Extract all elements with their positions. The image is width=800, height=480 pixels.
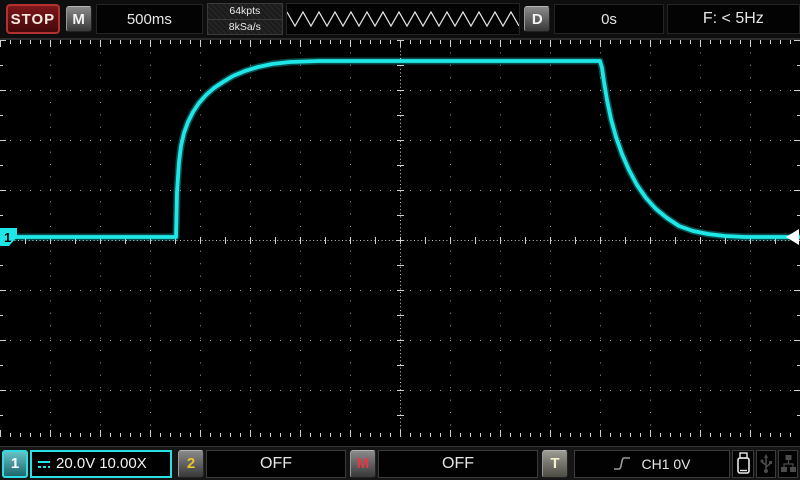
top-bar: STOP M 500ms 64kpts 8kSa/s D 0s F: < 5Hz (0, 0, 800, 40)
channel1-scale: 20.0V (56, 455, 95, 472)
usb-host-panel (756, 450, 776, 478)
channel1-probe: 10.00X (99, 455, 147, 472)
memory-depth: 64kpts (207, 3, 283, 20)
channel1-button[interactable]: 1 (2, 450, 28, 478)
sample-rate: 8kSa/s (207, 20, 283, 36)
display-menu-button[interactable]: D (524, 6, 550, 32)
channel1-settings[interactable]: 20.0V 10.00X (30, 450, 172, 478)
bottom-bar: 1 20.0V 10.00X 2 OFF M OFF T CH1 0V (0, 446, 800, 480)
usb-host-icon (759, 452, 773, 475)
math-button[interactable]: M (350, 450, 376, 478)
trigger-level-arrow (786, 229, 799, 245)
channel2-status[interactable]: OFF (206, 450, 346, 478)
trigger-source-level: CH1 0V (641, 456, 690, 472)
memory-waveform-preview (286, 3, 521, 35)
trigger-status[interactable]: CH1 0V (574, 450, 730, 478)
lan-panel (778, 450, 798, 478)
timebase-readout[interactable]: 500ms (96, 4, 203, 34)
rising-edge-icon (613, 455, 633, 473)
trigger-button[interactable]: T (542, 450, 568, 478)
acquisition-readout: 64kpts 8kSa/s (207, 3, 283, 35)
dc-coupling-icon (37, 458, 52, 470)
waveform-display[interactable]: 1 (0, 40, 800, 446)
math-status[interactable]: OFF (378, 450, 538, 478)
frequency-counter: F: < 5Hz (667, 4, 800, 34)
horizontal-menu-button[interactable]: M (66, 6, 92, 32)
scope-graticule-and-trace: 1 (0, 40, 800, 446)
channel2-button[interactable]: 2 (178, 450, 204, 478)
lan-icon (780, 453, 797, 475)
run-stop-button[interactable]: STOP (6, 4, 60, 34)
svg-text:1: 1 (4, 230, 11, 245)
usb-device-panel (732, 450, 754, 478)
oscilloscope-screen: STOP M 500ms 64kpts 8kSa/s D 0s F: < 5Hz… (0, 0, 800, 480)
horizontal-offset-readout[interactable]: 0s (554, 4, 663, 34)
memory-waveform-zigzag-icon (287, 4, 519, 34)
usb-device-icon (736, 452, 751, 475)
